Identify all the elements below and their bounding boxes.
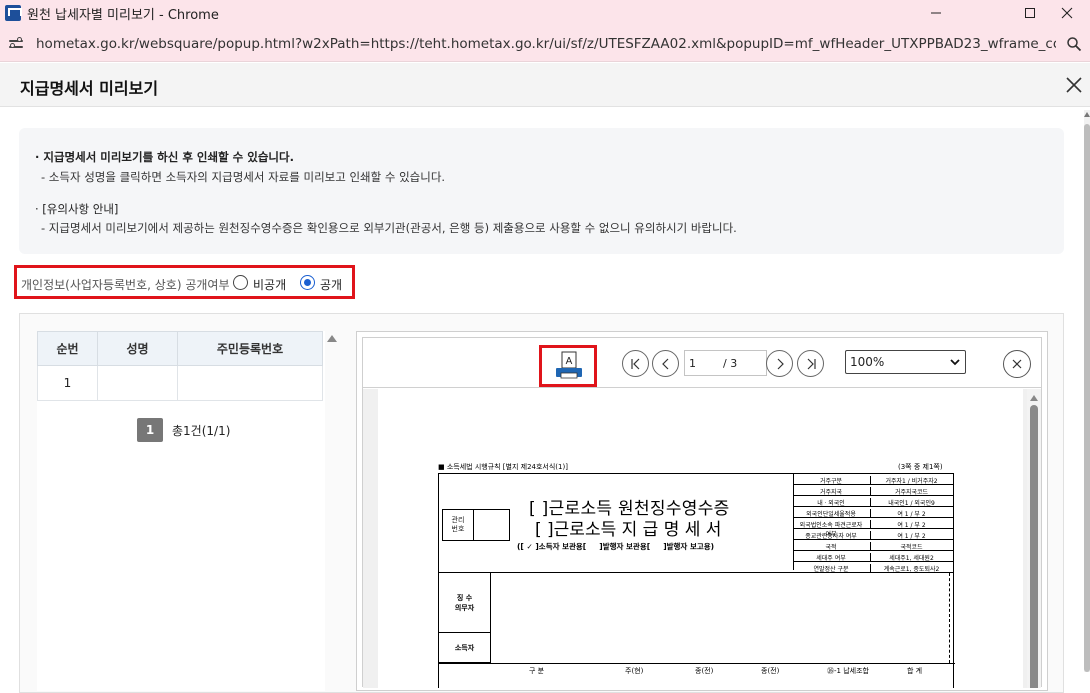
report-viewer: A 1 / 3 100% ■ 소득세법 시행규칙 [별지 제24호서식(1)] …: [356, 331, 1048, 691]
residency-row: 외국인단일세율적용 여 1 / 부 2: [794, 507, 954, 518]
disclosure-option-group: 개인정보(사업자등록번호, 상호) 공개여부 비공개 공개: [14, 265, 355, 299]
zoom-value: 100%: [850, 355, 885, 369]
address-bar: hometax.go.kr/websquare/popup.html?w2xPa…: [0, 26, 1090, 62]
notice-line-2: - 소득자 성명을 클릭하면 소득자의 지급명세서 자료를 미리보고 인쇄할 수…: [41, 170, 446, 184]
cell-rrn: [177, 365, 323, 401]
residency-row: 내ㆍ외국인 내국인1 / 외국인9: [794, 496, 954, 507]
first-page-button[interactable]: [622, 350, 649, 377]
cell-name[interactable]: [97, 365, 178, 401]
next-page-button[interactable]: [766, 350, 793, 377]
notice-line-1: · 지급명세서 미리보기를 하신 후 인쇄할 수 있습니다.: [35, 150, 294, 164]
chevron-left-icon: [661, 358, 668, 369]
form-header-left: ■ 소득세법 시행규칙 [별지 제24호서식(1)]: [438, 463, 568, 471]
close-icon: [1012, 359, 1022, 369]
residency-row: 종교관련종사자 여부 여 1 / 부 2: [794, 529, 954, 540]
list-pager: 1 총1건(1/1): [137, 418, 230, 442]
chevron-down-icon: [950, 359, 960, 366]
residency-row: 외국법인소속 파견근로자 여부 여 1 / 부 2: [794, 518, 954, 538]
earner-table: 순번 성명 주민등록번호 1: [37, 331, 323, 401]
earner-list: 순번 성명 주민등록번호 1 1 총1건(1/1): [37, 331, 337, 691]
form-title-2: [ ]근로소득 지 급 명 세 서: [535, 520, 722, 540]
public-radio[interactable]: [300, 275, 315, 290]
print-icon[interactable]: A: [555, 351, 583, 381]
column-header-name: 성명: [97, 331, 178, 366]
cell-no: 1: [37, 365, 98, 401]
minimize-icon: [931, 12, 941, 14]
site-info-icon[interactable]: [9, 36, 25, 51]
window-title: 원천 납세자별 미리보기 - Chrome: [27, 7, 219, 23]
page-scrollbar[interactable]: [1084, 110, 1090, 672]
viewer-toolbar: A 1 / 3 100%: [363, 338, 1041, 388]
column-header-rrn: 주민등록번호: [177, 331, 323, 366]
disclosure-label: 개인정보(사업자등록번호, 상호) 공개여부: [21, 278, 230, 292]
popup-title: 지급명세서 미리보기: [20, 79, 159, 98]
residency-table: 거주구분 거주자1 / 비거주자2 거주지국 거주지국코드 내ㆍ외국인 내국인1 / …: [793, 474, 954, 573]
page-1-button[interactable]: 1: [137, 418, 163, 442]
minimize-button[interactable]: [913, 0, 959, 26]
content-panel: 순번 성명 주민등록번호 1 1 총1건(1/1) A 1 / 3 100% ■…: [19, 313, 1064, 693]
first-page-icon: [630, 358, 639, 369]
table-header-row: 순번 성명 주민등록번호: [37, 331, 323, 366]
document-scrollbar[interactable]: [1027, 389, 1041, 688]
residency-row: 세대주 여부 세대주1, 세대원2: [794, 551, 954, 562]
notice-line-3: · [유의사항 안내]: [35, 202, 119, 216]
public-radio-label[interactable]: 공개: [320, 276, 342, 293]
maximize-icon: [1025, 8, 1035, 18]
residency-row: 거주구분 거주자1 / 비거주자2: [794, 474, 954, 485]
document-area: ■ 소득세법 시행규칙 [별지 제24호서식(1)] (3쪽 중 제1쪽) 관리…: [363, 389, 1041, 688]
prev-page-button[interactable]: [652, 350, 679, 377]
form-subtitle: ([ ✓ ]소득자 보관용[ ]발행자 보관용[ ]발행자 보고용): [517, 542, 715, 551]
earner-label: 소득자: [439, 633, 491, 663]
zoom-select[interactable]: 100%: [845, 350, 966, 374]
zoom-icon[interactable]: [1066, 36, 1082, 52]
income-header-row: 구 분 주(현) 종(전) 종(전) ㉖-1 납세조합 합 계: [439, 663, 955, 675]
document-page: ■ 소득세법 시행규칙 [별지 제24호서식(1)] (3쪽 중 제1쪽) 관리…: [378, 389, 1023, 688]
close-icon: [1061, 7, 1073, 19]
management-number-label: 관리 번호: [451, 516, 465, 533]
list-summary: 총1건(1/1): [172, 423, 231, 438]
column-header-no: 순번: [37, 331, 98, 366]
residency-row: 연말정산 구분 계속근로1, 중도퇴사2: [794, 562, 954, 573]
form-parties-section: 징 수 의무자 소득자 구 분 주(현) 종(전) 종(전) ㉖-1 납세조합 …: [438, 573, 955, 688]
hometax-app-icon: [5, 5, 22, 21]
window-titlebar: 원천 납세자별 미리보기 - Chrome: [0, 0, 1090, 26]
popup-header: 지급명세서 미리보기: [0, 63, 1090, 107]
residency-row: 거주지국 거주지국코드: [794, 485, 954, 496]
form-title-box: 관리 번호 [ ]근로소득 원천징수영수증 [ ]근로소득 지 급 명 세 서 …: [438, 473, 954, 573]
last-page-icon: [807, 358, 816, 369]
print-highlight: A: [539, 345, 597, 387]
page-number-input[interactable]: 1 / 3: [684, 350, 767, 376]
form-header-right: (3쪽 중 제1쪽): [898, 463, 943, 471]
table-row[interactable]: 1: [37, 365, 323, 401]
last-page-button[interactable]: [797, 350, 824, 377]
residency-row: 국적 국적코드: [794, 540, 954, 551]
window-close-button[interactable]: [1044, 0, 1090, 26]
popup-close-icon[interactable]: [1062, 73, 1086, 97]
chevron-right-icon: [777, 358, 784, 369]
current-page[interactable]: 1: [689, 357, 696, 370]
viewer-close-button[interactable]: [1003, 350, 1031, 378]
list-scroll-up-icon[interactable]: [327, 335, 337, 342]
url-text[interactable]: hometax.go.kr/websquare/popup.html?w2xPa…: [36, 36, 1056, 52]
withholder-label: 징 수 의무자: [439, 573, 491, 633]
total-pages: / 3: [723, 357, 738, 370]
print-label: A: [566, 356, 573, 367]
notice-line-4: - 지급명세서 미리보기에서 제공하는 원천징수영수증은 확인용으로 외부기관(…: [41, 221, 737, 235]
notice-box: · 지급명세서 미리보기를 하신 후 인쇄할 수 있습니다. - 소득자 성명을…: [19, 128, 1064, 254]
private-radio-label[interactable]: 비공개: [253, 276, 286, 293]
private-radio[interactable]: [233, 275, 248, 290]
management-number-field: 관리 번호: [442, 509, 510, 541]
